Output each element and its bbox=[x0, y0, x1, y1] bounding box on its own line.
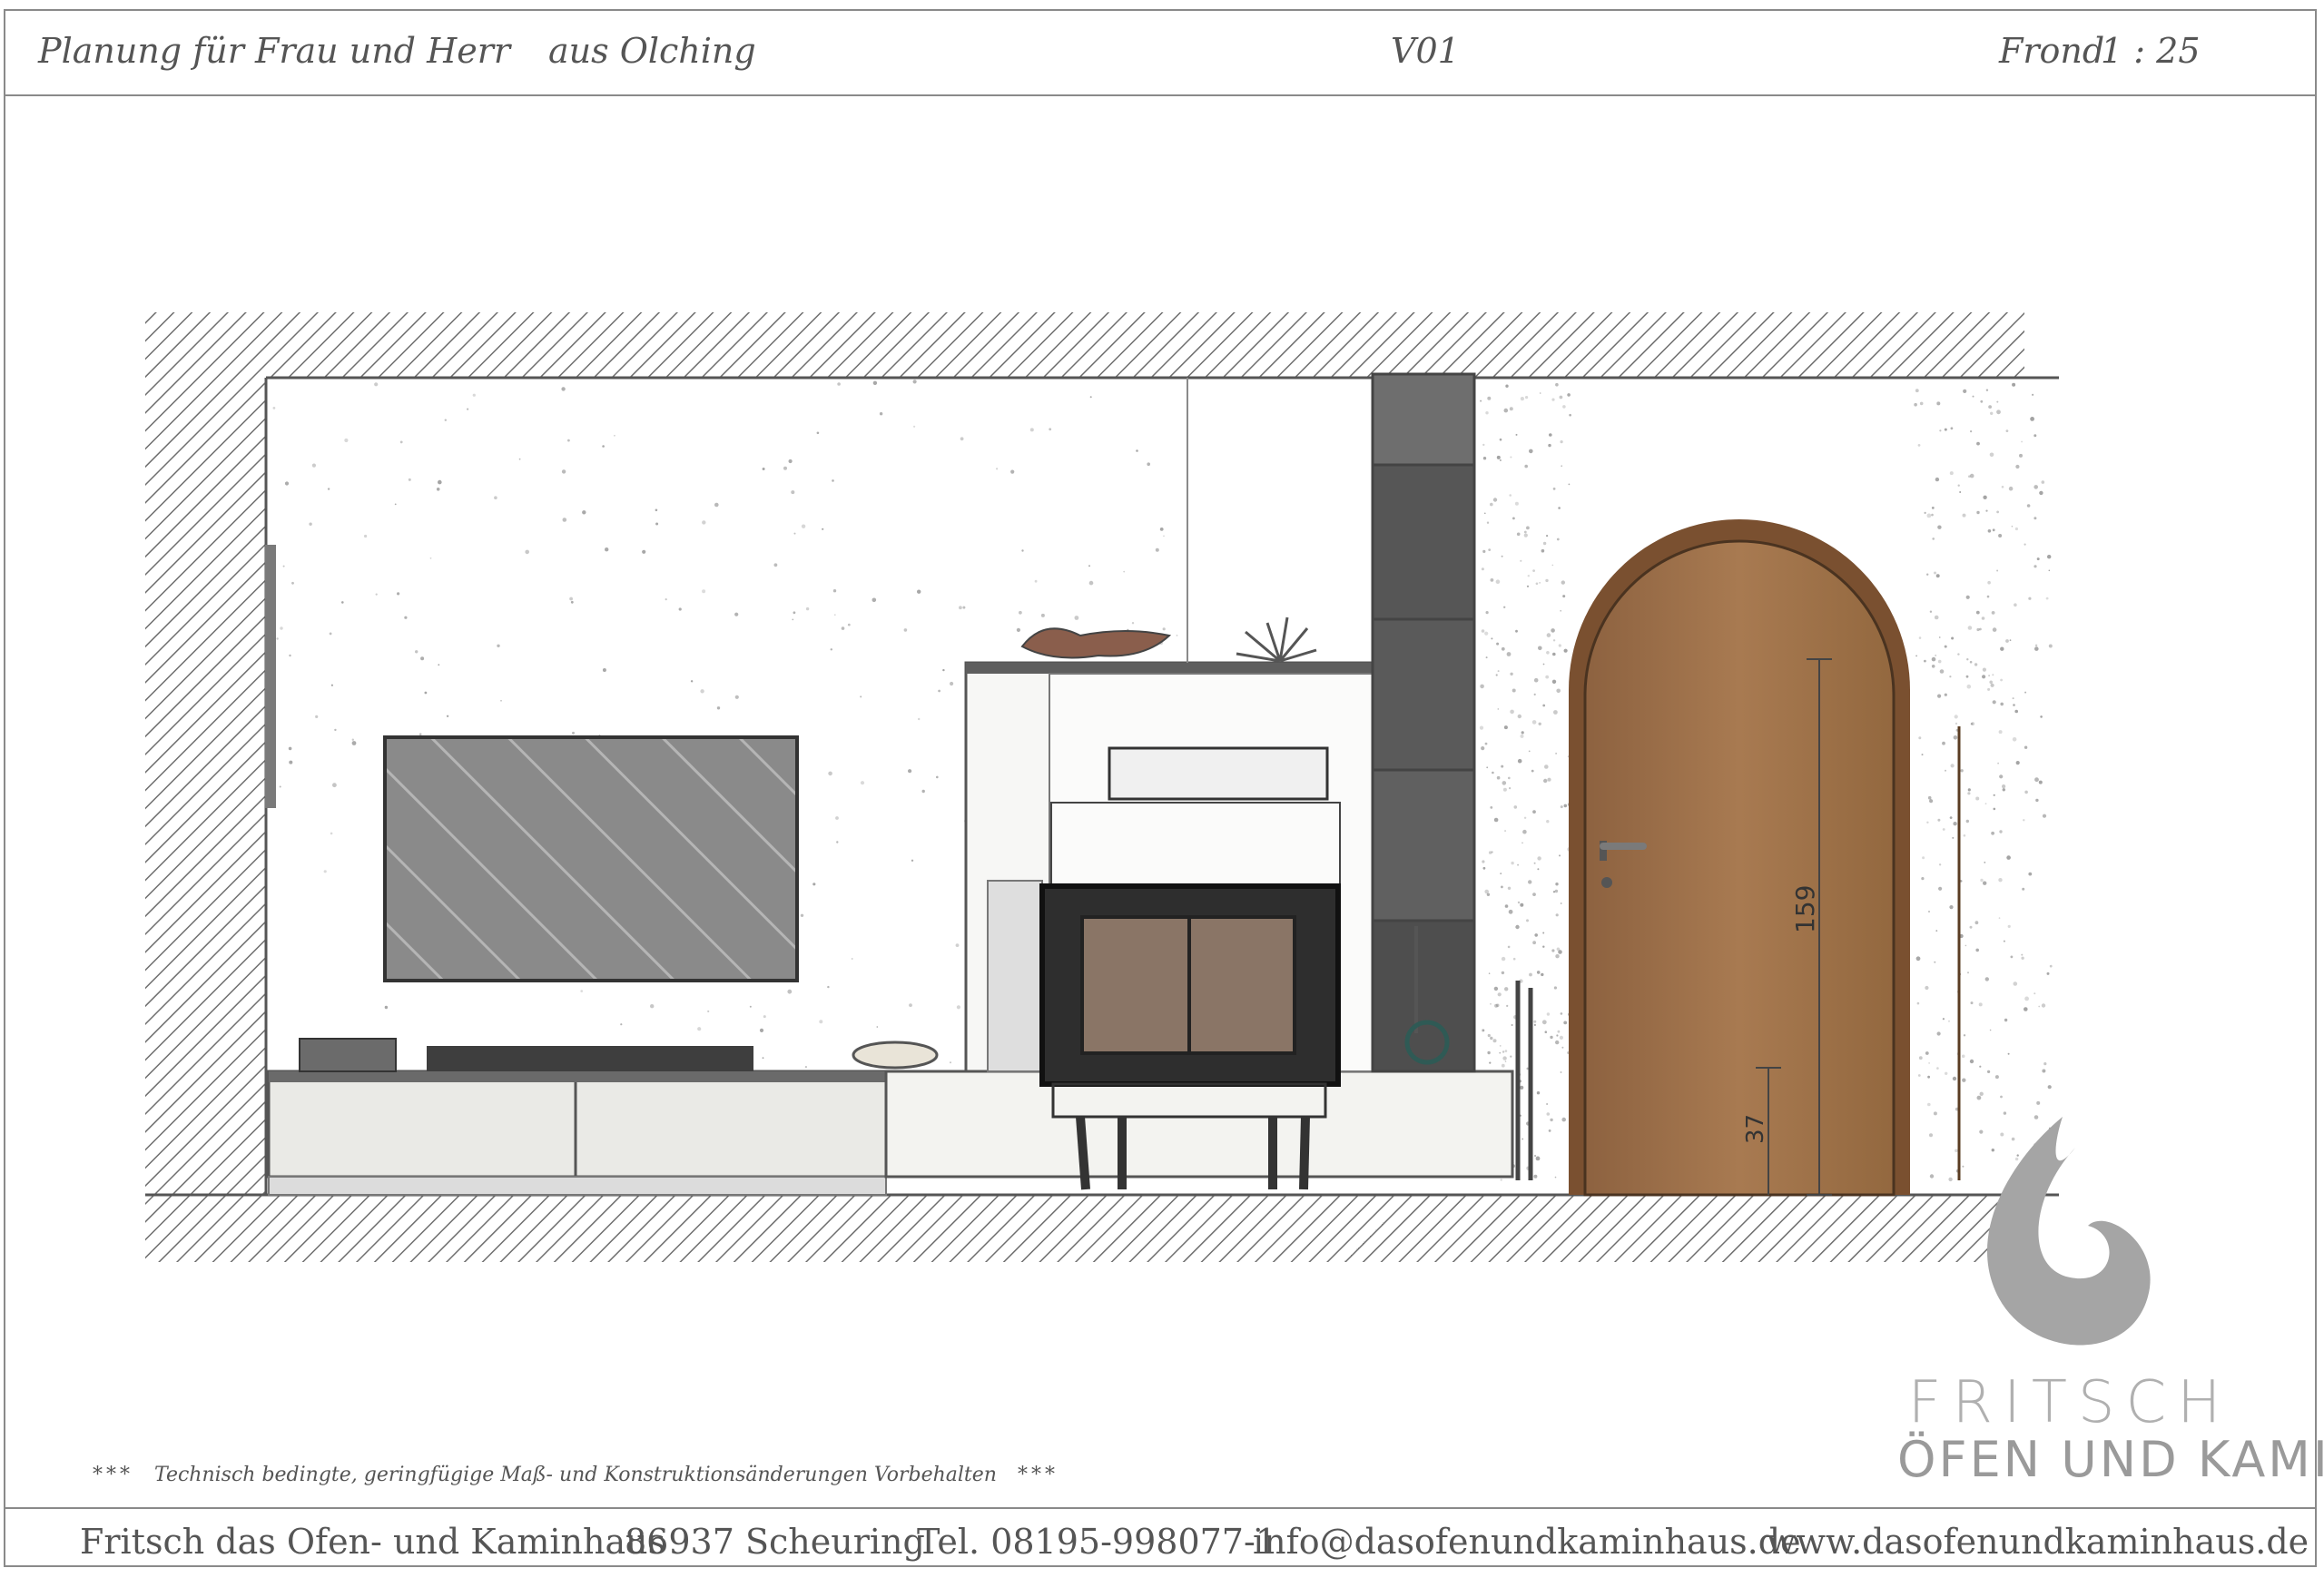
tv-sideboard bbox=[267, 1070, 888, 1196]
brand-wordmark: FRITSCH bbox=[1907, 1369, 2232, 1436]
tv-screen bbox=[383, 735, 799, 982]
decor-tray bbox=[1020, 627, 1172, 659]
disclaimer-note: *** Technisch bedingte, geringfügige Maß… bbox=[78, 1464, 1073, 1486]
brand-tagline: ÖFEN UND KAMINE bbox=[1897, 1431, 2324, 1488]
decor-bowl bbox=[852, 1040, 939, 1070]
wall-light-fixture bbox=[265, 545, 276, 808]
flame-logo-icon bbox=[1987, 1117, 2151, 1346]
elevation-drawing: 159 37 bbox=[145, 312, 2151, 1346]
disclaimer-stars-left: *** bbox=[93, 1464, 133, 1486]
disclaimer-text: Technisch bedingte, geringfügige Maß- un… bbox=[154, 1464, 997, 1486]
ceiling-hatch bbox=[145, 312, 2024, 378]
tile-column bbox=[1371, 372, 1476, 1073]
arched-door[interactable] bbox=[1569, 519, 1962, 1197]
soundbar bbox=[427, 1046, 753, 1071]
disclaimer-stars-right: *** bbox=[1017, 1464, 1059, 1486]
floor-hatch bbox=[145, 1195, 2024, 1262]
left-wall-hatch bbox=[145, 378, 266, 1195]
decor-coral bbox=[1236, 616, 1317, 663]
step-height-dimension: 37 bbox=[1742, 1114, 1769, 1144]
door-height-dimension: 159 bbox=[1790, 885, 1820, 933]
av-receiver bbox=[299, 1038, 397, 1072]
